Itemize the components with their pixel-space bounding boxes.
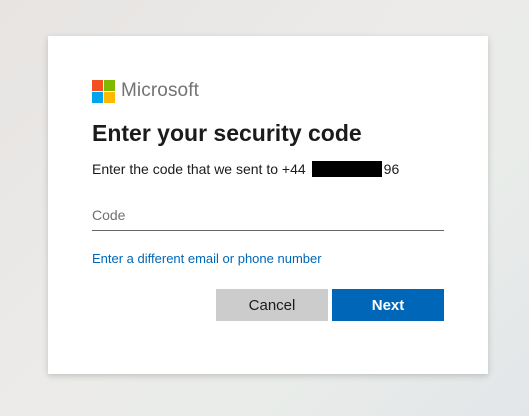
logo-yellow-square [104, 91, 115, 103]
security-code-input[interactable] [92, 200, 444, 231]
signin-card: Microsoft Enter your security code Enter… [48, 36, 488, 374]
page-title: Enter your security code [92, 120, 362, 146]
description-suffix: 96 [383, 161, 400, 177]
redacted-phone-number [311, 161, 382, 177]
microsoft-logo-icon [92, 79, 115, 103]
logo-green-square [104, 79, 115, 91]
description-prefix: Enter the code that we sent to +44 [92, 161, 306, 177]
brand-header: Microsoft [92, 79, 199, 103]
different-contact-link[interactable]: Enter a different email or phone number [92, 251, 322, 266]
logo-red-square [92, 79, 103, 91]
code-sent-description: Enter the code that we sent to +44 96 [92, 161, 399, 177]
next-button[interactable]: Next [332, 289, 444, 321]
cancel-button[interactable]: Cancel [216, 289, 328, 321]
logo-blue-square [92, 91, 103, 103]
brand-name: Microsoft [121, 80, 199, 101]
